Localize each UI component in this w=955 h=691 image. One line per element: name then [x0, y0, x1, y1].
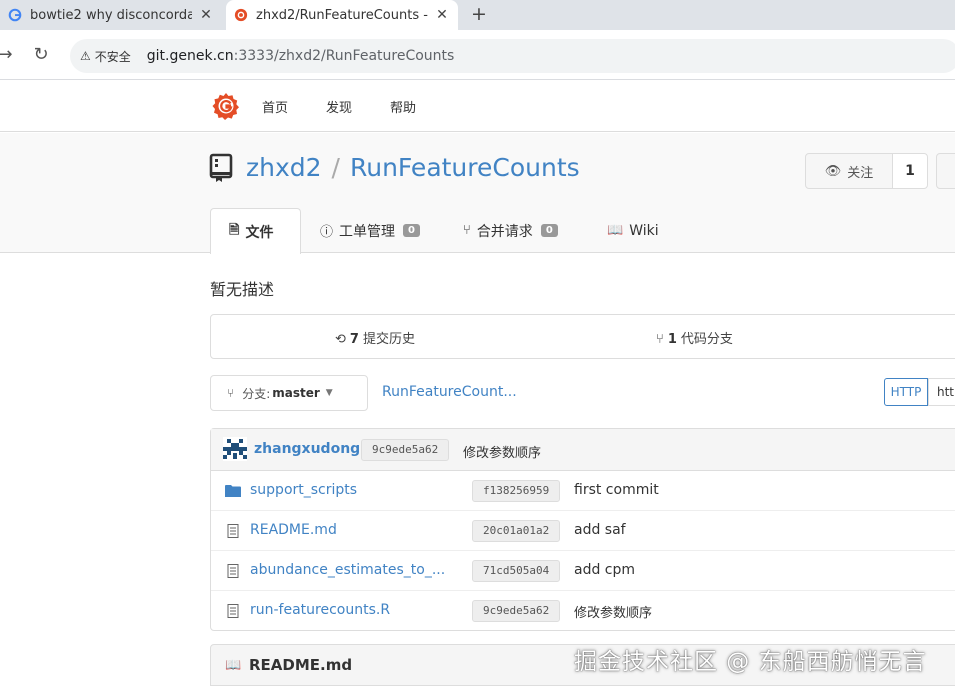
book-icon: 📖	[225, 658, 242, 673]
file-name-link[interactable]: run-featurecounts.R	[250, 602, 390, 618]
file-name-link[interactable]: README.md	[250, 522, 337, 538]
site-header: 首页 发现 帮助	[0, 80, 955, 132]
commit-message-link[interactable]: 修改参数顺序	[574, 602, 652, 621]
table-row: README.md 20c01a01a2 add saf	[211, 511, 955, 551]
nav-home[interactable]: 首页	[262, 97, 288, 116]
repo-stats-bar: ⟲ 7 提交历史 ⑂ 1 代码分支	[210, 314, 955, 359]
url-host: git.genek.cn	[146, 48, 234, 64]
new-tab-icon[interactable]: +	[468, 4, 490, 26]
commit-message-link[interactable]: first commit	[574, 482, 659, 498]
repo-name-link[interactable]: RunFeatureCounts	[350, 153, 580, 182]
repo-description: 暂无描述	[210, 280, 275, 299]
watch-count[interactable]: 1	[892, 153, 928, 189]
commit-message-link[interactable]: add cpm	[574, 562, 635, 578]
clone-http-button[interactable]: HTTP	[884, 378, 928, 406]
commit-sha-link[interactable]: 9c9ede5a62	[472, 600, 561, 622]
avatar[interactable]	[223, 437, 247, 461]
folder-icon	[225, 485, 241, 497]
browser-tab-active[interactable]: zhxd2/RunFeatureCounts - G ✕	[226, 0, 458, 30]
repo-owner-link[interactable]: zhxd2	[246, 153, 322, 182]
watermark-text: 掘金技术社区 @ 东船西舫悄无言	[574, 649, 927, 675]
branch-prefix: 分支:	[242, 386, 271, 401]
google-icon	[8, 8, 22, 22]
file-text-icon	[227, 564, 239, 578]
commit-message-link[interactable]: add saf	[574, 522, 626, 538]
commits-label: 提交历史	[362, 332, 415, 347]
security-label: 不安全	[94, 49, 131, 64]
readme-title: README.md	[249, 656, 353, 674]
warning-icon: ⚠	[80, 49, 91, 63]
branches-count: 1	[667, 332, 677, 347]
commit-author-link[interactable]: zhangxudong	[254, 441, 360, 457]
gogs-logo-icon[interactable]	[212, 92, 240, 120]
branch-name: master	[272, 386, 320, 400]
commit-message: 修改参数顺序	[463, 446, 542, 461]
caret-down-icon: ▼	[325, 388, 333, 398]
repo-icon	[209, 153, 233, 182]
git-pull-request-icon: ⑂	[463, 223, 471, 238]
address-bar[interactable]: ⚠ 不安全 git.genek.cn:3333/zhxd2/RunFeature…	[70, 39, 955, 73]
url-path: :3333/zhxd2/RunFeatureCounts	[233, 48, 455, 64]
file-text-icon: 🗎	[229, 222, 240, 238]
commit-sha-link[interactable]: f138256959	[472, 480, 561, 502]
repo-title: zhxd2 / RunFeatureCounts	[246, 153, 580, 182]
commit-sha-link[interactable]: 71cd505a04	[472, 560, 561, 582]
commits-stat[interactable]: ⟲ 7 提交历史	[335, 328, 415, 347]
commits-count: 7	[349, 332, 359, 347]
table-row: support_scripts f138256959 first commit	[211, 471, 955, 511]
close-icon[interactable]: ✕	[198, 7, 214, 23]
tab-wiki-label: Wiki	[629, 222, 659, 239]
git-branch-icon: ⑂	[656, 332, 664, 347]
file-text-icon	[227, 524, 239, 538]
tab-pull-requests[interactable]: ⑂ 合并请求 0	[463, 208, 558, 253]
repo-title-separator: /	[331, 153, 340, 182]
browser-tab[interactable]: bowtie2 why disconcordantly ✕	[0, 0, 222, 30]
security-indicator[interactable]: ⚠ 不安全	[80, 48, 147, 65]
file-table: zhangxudong 9c9ede5a62 修改参数顺序 support_sc…	[210, 428, 955, 631]
forward-icon[interactable]: →	[0, 44, 16, 66]
browser-tab-title: bowtie2 why disconcordantly	[30, 7, 192, 23]
eye-slash-icon: 👁	[824, 163, 842, 179]
tab-files-label: 文件	[245, 224, 274, 241]
clone-url-input[interactable]: http	[928, 378, 955, 406]
nav-explore[interactable]: 发现	[326, 97, 352, 116]
close-icon[interactable]: ✕	[434, 7, 450, 23]
commit-sha-link[interactable]: 9c9ede5a62	[361, 439, 450, 461]
pull-requests-count-badge: 0	[540, 224, 558, 237]
tab-files[interactable]: 🗎 文件	[210, 208, 301, 254]
issue-opened-icon: ⓘ	[320, 225, 334, 240]
history-icon: ⟲	[335, 332, 346, 347]
table-row: abundance_estimates_to_... 71cd505a04 ad…	[211, 551, 955, 591]
browser-toolbar: → ↻ ⚠ 不安全 git.genek.cn:3333/zhxd2/RunFea…	[0, 30, 955, 80]
watch-button[interactable]: 👁 关注	[805, 153, 893, 189]
git-branch-icon: ⑂	[227, 386, 235, 400]
book-icon: 📖	[607, 223, 624, 238]
repo-header: zhxd2 / RunFeatureCounts 👁 关注 1 🗎 文件 ⓘ 工单管…	[0, 133, 955, 254]
table-row: run-featurecounts.R 9c9ede5a62 修改参数顺序	[211, 591, 955, 631]
gogs-favicon-icon	[234, 8, 248, 22]
file-name-link[interactable]: support_scripts	[250, 482, 357, 498]
file-text-icon	[227, 604, 239, 618]
browser-tab-title: zhxd2/RunFeatureCounts - G	[256, 7, 428, 23]
branches-label: 代码分支	[680, 332, 733, 347]
tab-issues[interactable]: ⓘ 工单管理 0	[320, 208, 420, 253]
commit-sha-link[interactable]: 20c01a01a2	[472, 520, 561, 542]
branch-dropdown[interactable]: ⑂ 分支: master ▼	[210, 375, 368, 411]
watch-label: 关注	[847, 165, 874, 181]
branches-stat[interactable]: ⑂ 1 代码分支	[656, 328, 733, 347]
browser-tab-strip: bowtie2 why disconcordantly ✕ zhxd2/RunF…	[0, 0, 955, 30]
latest-commit-row: zhangxudong 9c9ede5a62 修改参数顺序	[211, 429, 955, 471]
tab-wiki[interactable]: 📖 Wiki	[607, 208, 659, 253]
star-button[interactable]	[936, 153, 955, 189]
tab-pull-requests-label: 合并请求	[476, 223, 533, 240]
issues-count-badge: 0	[403, 224, 420, 237]
tab-issues-label: 工单管理	[339, 223, 396, 240]
nav-help[interactable]: 帮助	[390, 97, 416, 116]
reload-icon[interactable]: ↻	[30, 44, 52, 66]
url-text[interactable]: git.genek.cn:3333/zhxd2/RunFeatureCounts	[147, 48, 455, 64]
file-name-link[interactable]: abundance_estimates_to_...	[250, 562, 445, 578]
breadcrumb-repo-link[interactable]: RunFeatureCount...	[382, 384, 517, 400]
